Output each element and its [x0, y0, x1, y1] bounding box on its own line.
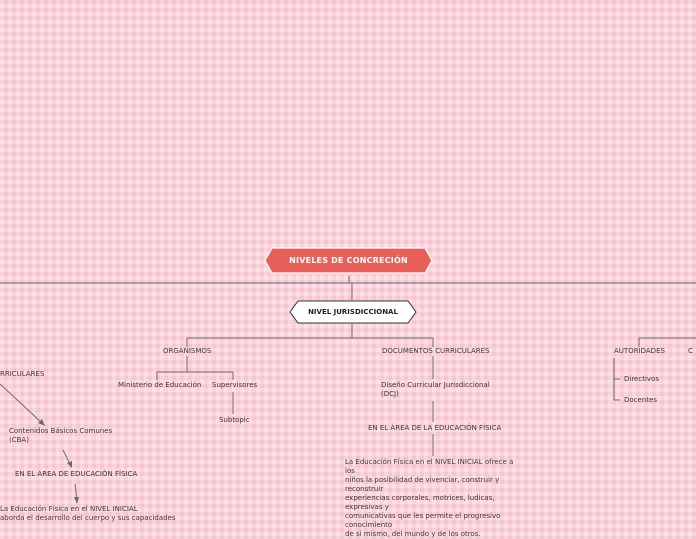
subtopic-jurisdiccional-node[interactable]: NIVEL JURISDICCIONAL [289, 300, 417, 324]
left-inicial-line-2: aborda el desarrollo del cuerpo y sus ca… [0, 514, 176, 522]
area-ef-node[interactable]: EN EL ÁREA DE LA EDUCACIÓN FÍSICA [368, 424, 501, 433]
dcj-node[interactable]: Diseño Curricular Jurisdiccional (DCJ) [381, 381, 490, 399]
subtopic-node[interactable]: Subtopic [219, 416, 250, 425]
ef-paragraph-node[interactable]: La Educación Física en el NIVEL INICIAL … [345, 458, 520, 539]
ef-paragraph-line: niños la posibilidad de vivenciar, const… [345, 476, 500, 484]
right-cut-node[interactable]: C [688, 347, 693, 356]
ef-paragraph-line: experiencias corporales, motrices, ludic… [345, 494, 495, 502]
organismos-node[interactable]: ORGANISMOS [163, 347, 211, 356]
left-area-ef-node[interactable]: EN EL ÁREA DE EDUCACIÓN FÍSICA [15, 470, 137, 479]
docentes-node[interactable]: Docentes [624, 396, 657, 405]
documentos-curriculares-node[interactable]: DOCUMENTOS CURRICULARES [382, 347, 489, 356]
dcj-line-2: (DCJ) [381, 390, 399, 398]
dcj-line-1: Diseño Curricular Jurisdiccional [381, 381, 490, 389]
left-inicial-line-1: La Educación Física en el NIVEL INICIAL [0, 505, 138, 513]
curriculares-node[interactable]: RRICULARES [0, 370, 44, 379]
ef-paragraph-line: reconstruir [345, 485, 384, 493]
main-topic-node[interactable]: NIVELES DE CONCRECIÓN [264, 247, 433, 274]
supervisores-node[interactable]: Supervisores [212, 381, 257, 390]
ministerio-node[interactable]: Ministerio de Educación [118, 381, 201, 390]
ef-paragraph-line: expresivas y [345, 503, 389, 511]
ef-paragraph-line: de si mismo, del mundo y de los otros. [345, 530, 481, 538]
cba-node[interactable]: Contenidos Básicos Comunes (CBA) [9, 427, 112, 445]
main-topic-label: NIVELES DE CONCRECIÓN [289, 256, 408, 265]
cba-line-1: Contenidos Básicos Comunes [9, 427, 113, 435]
subtopic-label: NIVEL JURISDICCIONAL [308, 308, 398, 316]
ef-paragraph-line: La Educación Física en el NIVEL INICIAL … [345, 458, 514, 475]
ef-paragraph-line: conocimiento [345, 521, 393, 529]
left-inicial-node[interactable]: La Educación Física en el NIVEL INICIAL … [0, 505, 176, 523]
autoridades-node[interactable]: AUTORIDADES [614, 347, 665, 356]
cba-line-2: (CBA) [9, 436, 29, 444]
directivos-node[interactable]: Directivos [624, 375, 659, 384]
